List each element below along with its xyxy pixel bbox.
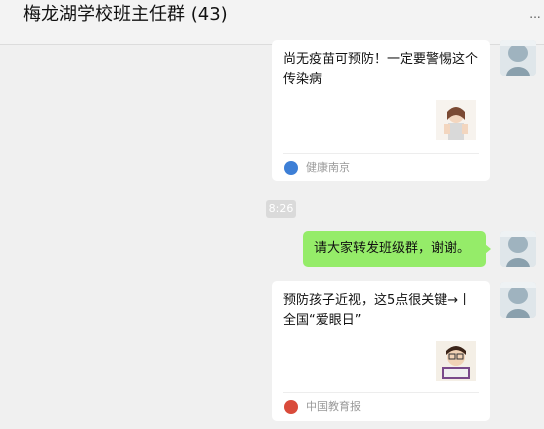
avatar[interactable] [500,231,536,267]
child-reading-icon [436,341,476,381]
article-thumbnail [436,341,476,381]
article-card[interactable]: 尚无疫苗可预防！一定要警惕这个传染病 健康南京 [272,40,490,181]
avatar-image-icon [500,231,536,267]
bubble-tail [485,244,491,254]
chat-header: 梅龙湖学校班主任群 (43) ... [0,0,544,45]
avatar-image-icon [500,282,536,318]
worried-person-icon [436,100,476,140]
chat-title[interactable]: 梅龙湖学校班主任群 (43) [23,4,228,26]
avatar[interactable] [500,282,536,318]
source-logo-icon [284,400,298,414]
article-card[interactable]: 预防孩子近视，这5点很关键→丨全国“爱眼日” 中国教育报 [272,281,490,421]
timestamp: 8:26 [266,200,296,218]
card-divider [283,153,479,154]
avatar[interactable] [500,40,536,76]
source-logo-icon [284,161,298,175]
card-divider [283,392,479,393]
source-name: 中国教育报 [306,400,361,413]
article-title: 尚无疫苗可预防！一定要警惕这个传染病 [283,52,479,87]
article-title: 预防孩子近视，这5点很关键→丨全国“爱眼日” [283,293,472,328]
avatar-image-icon [500,40,536,76]
source-name: 健康南京 [306,161,350,174]
sent-message-text: 请大家转发班级群，谢谢。 [314,241,471,256]
article-thumbnail [436,100,476,140]
sent-message-bubble[interactable]: 请大家转发班级群，谢谢。 [303,231,491,267]
more-options-button[interactable]: ... [526,0,544,28]
